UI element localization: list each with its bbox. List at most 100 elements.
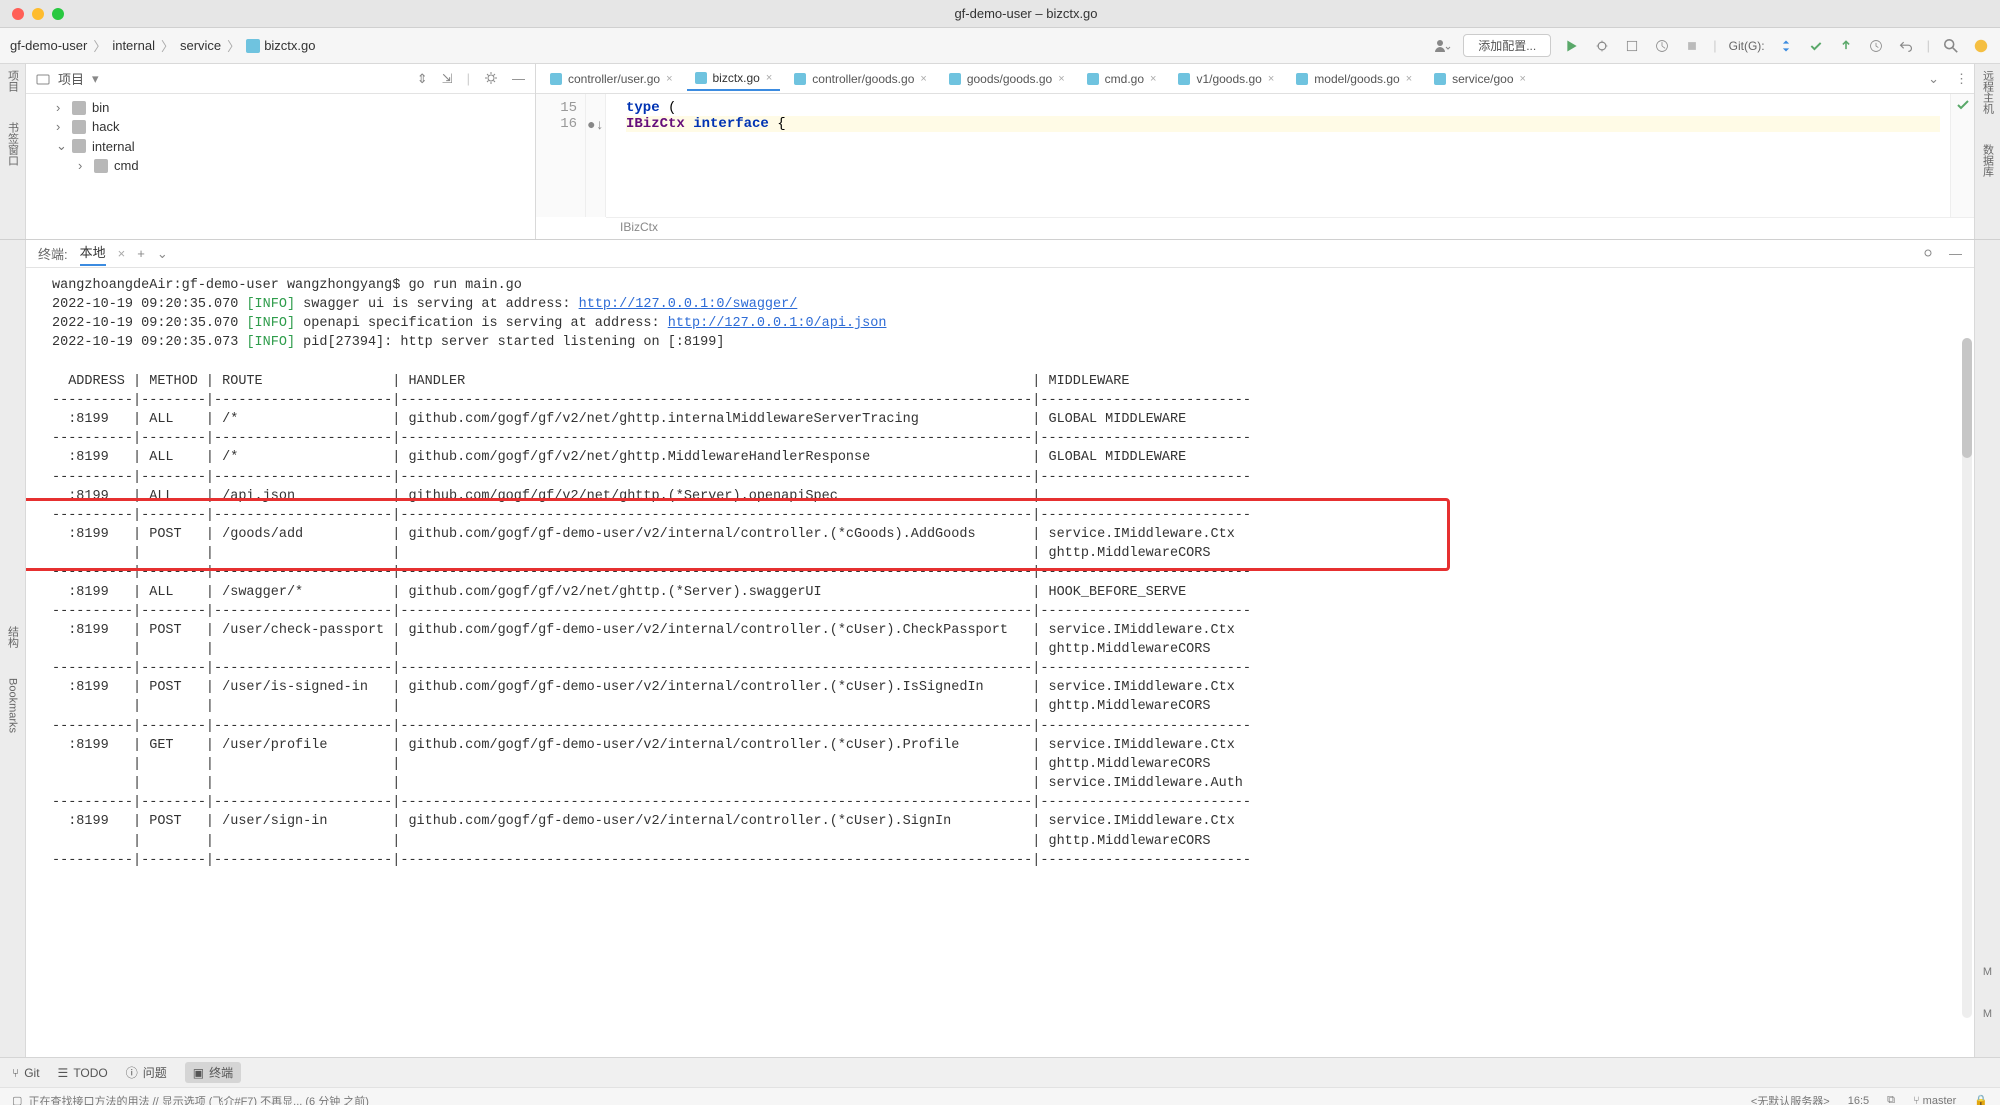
coverage-icon[interactable] bbox=[1623, 37, 1641, 55]
editor-tab[interactable]: v1/goods.go× bbox=[1170, 68, 1282, 90]
close-icon[interactable]: × bbox=[1268, 73, 1274, 85]
close-icon[interactable]: × bbox=[920, 73, 926, 85]
status-bar: ▢ 正在查找接口方法的用法 // 显示选项 (飞介#F7) 不再显... (6 … bbox=[0, 1087, 2000, 1105]
close-icon[interactable]: × bbox=[1520, 73, 1526, 85]
chevron-down-icon[interactable]: ▾ bbox=[92, 71, 99, 87]
terminal-tab[interactable]: 本地 bbox=[80, 242, 106, 266]
bottom-tool-bar: ⑂Git ☰TODO ⓘ问题 ▣终端 bbox=[0, 1057, 2000, 1087]
debug-icon[interactable] bbox=[1593, 37, 1611, 55]
scrollbar-track[interactable] bbox=[1962, 338, 1972, 1018]
close-icon[interactable]: × bbox=[1406, 73, 1412, 85]
gutter-project-tab[interactable]: 项目 bbox=[5, 70, 21, 92]
terminal-header: 终端: 本地 × + ⌄ — bbox=[26, 240, 1974, 268]
tree-item[interactable]: ›hack bbox=[34, 117, 527, 136]
tab-label: goods/goods.go bbox=[967, 72, 1052, 86]
tree-item[interactable]: ⌄internal bbox=[34, 136, 527, 156]
breadcrumb-segment[interactable]: service bbox=[180, 38, 221, 53]
editor-tab[interactable]: model/goods.go× bbox=[1288, 68, 1420, 90]
run-icon[interactable] bbox=[1563, 37, 1581, 55]
terminal-output[interactable]: wangzhoangdeAir:gf-demo-user wangzhongya… bbox=[26, 268, 1974, 1057]
close-icon[interactable]: × bbox=[766, 72, 772, 84]
breadcrumb-segment[interactable]: internal bbox=[112, 38, 155, 53]
status-encoding[interactable]: ⧉ bbox=[1887, 1094, 1895, 1105]
tree-caret-icon: › bbox=[56, 100, 66, 115]
search-icon[interactable] bbox=[1942, 37, 1960, 55]
close-icon[interactable]: × bbox=[1150, 73, 1156, 85]
tree-item-label: internal bbox=[92, 139, 135, 154]
close-icon[interactable]: × bbox=[118, 246, 126, 261]
bottombar-terminal[interactable]: ▣终端 bbox=[185, 1062, 241, 1083]
left-tool-gutter: 项目 书签窗口 bbox=[0, 64, 26, 239]
add-terminal-icon[interactable]: + bbox=[137, 246, 145, 261]
user-dropdown-icon[interactable] bbox=[1433, 37, 1451, 55]
maximize-window-icon[interactable] bbox=[52, 8, 64, 20]
breadcrumb-separator: 〉 bbox=[93, 36, 106, 55]
stop-icon[interactable] bbox=[1683, 37, 1701, 55]
problems-icon: ⓘ bbox=[126, 1064, 138, 1081]
editor-tab[interactable]: bizctx.go× bbox=[687, 67, 781, 91]
terminal-link[interactable]: http://127.0.0.1:0/api.json bbox=[668, 316, 887, 331]
tree-item-label: bin bbox=[92, 100, 109, 115]
scrollbar-thumb[interactable] bbox=[1962, 338, 1972, 458]
editor-tab[interactable]: controller/user.go× bbox=[542, 68, 681, 90]
gutter-structure-tab[interactable]: 结构 bbox=[5, 626, 21, 648]
project-tree[interactable]: › bin ›hack⌄internal›cmd bbox=[26, 94, 535, 179]
ide-settings-icon[interactable] bbox=[1972, 37, 1990, 55]
breadcrumb-segment[interactable]: gf-demo-user bbox=[10, 38, 87, 53]
tab-label: service/goo bbox=[1452, 72, 1513, 86]
tree-item[interactable]: ›cmd bbox=[34, 156, 527, 175]
code-line[interactable]: type ( bbox=[626, 100, 1940, 116]
gutter-bookmark-tab[interactable]: 书签窗口 bbox=[5, 122, 21, 166]
titlebar: gf-demo-user – bizctx.go bbox=[0, 0, 2000, 28]
git-push-icon[interactable] bbox=[1837, 37, 1855, 55]
gear-icon[interactable] bbox=[484, 71, 498, 87]
status-lock-icon[interactable]: 🔒 bbox=[1974, 1094, 1988, 1105]
breadcrumb-separator: 〉 bbox=[227, 36, 240, 55]
git-commit-icon[interactable] bbox=[1807, 37, 1825, 55]
code-area[interactable]: type ( IBizCtx interface { bbox=[606, 94, 1950, 217]
status-branch[interactable]: ⑂ master bbox=[1913, 1095, 1956, 1105]
bottombar-git[interactable]: ⑂Git bbox=[12, 1066, 40, 1080]
code-line[interactable]: IBizCtx interface { bbox=[626, 116, 1940, 132]
tabs-menu-icon[interactable]: ⋮ bbox=[1955, 71, 1968, 87]
editor-right-gutter bbox=[1950, 94, 1974, 217]
status-server[interactable]: <无默认服务器> bbox=[1751, 1093, 1830, 1105]
editor-tab[interactable]: service/goo × bbox=[1426, 68, 1534, 90]
terminal-link[interactable]: http://127.0.0.1:0/swagger/ bbox=[579, 297, 798, 312]
run-config-dropdown[interactable]: 添加配置... bbox=[1463, 34, 1551, 57]
editor-tab[interactable]: cmd.go × bbox=[1079, 68, 1165, 90]
editor-tab[interactable]: controller/goods.go× bbox=[786, 68, 935, 90]
terminal-dropdown-icon[interactable]: ⌄ bbox=[157, 246, 168, 262]
tabs-overflow-icon[interactable]: ⌄ bbox=[1928, 71, 1939, 87]
minimize-window-icon[interactable] bbox=[32, 8, 44, 20]
expand-all-icon[interactable]: ⇕ bbox=[417, 71, 428, 87]
bottombar-todo[interactable]: ☰TODO bbox=[58, 1066, 108, 1080]
tab-label: cmd.go bbox=[1105, 72, 1144, 86]
close-icon[interactable]: × bbox=[1058, 73, 1064, 85]
git-update-icon[interactable] bbox=[1777, 37, 1795, 55]
gutter-remote-tab[interactable]: 远程主机 bbox=[1980, 70, 1996, 114]
git-rollback-icon[interactable] bbox=[1897, 37, 1915, 55]
editor-tab[interactable]: goods/goods.go × bbox=[941, 68, 1073, 90]
bottombar-problems[interactable]: ⓘ问题 bbox=[126, 1064, 167, 1081]
gear-icon[interactable] bbox=[1921, 246, 1935, 261]
tree-item[interactable]: › bin bbox=[34, 98, 527, 117]
gutter-bookmarks-tab[interactable]: Bookmarks bbox=[7, 678, 19, 733]
git-history-icon[interactable] bbox=[1867, 37, 1885, 55]
gutter-database-tab[interactable]: 数据库 bbox=[1980, 144, 1996, 177]
editor-breadcrumb[interactable]: IBizCtx bbox=[606, 217, 1974, 239]
breadcrumb-file[interactable]: bizctx.go bbox=[264, 38, 315, 53]
collapse-all-icon[interactable]: ⇲ bbox=[442, 71, 453, 87]
inspection-ok-icon[interactable] bbox=[1956, 98, 1970, 112]
status-cursor-position[interactable]: 16:5 bbox=[1848, 1095, 1869, 1105]
gutter-icons: ●↓ bbox=[586, 94, 606, 217]
statusbar-ide-icon[interactable]: ▢ bbox=[12, 1094, 22, 1105]
breadcrumb-separator: 〉 bbox=[161, 36, 174, 55]
close-icon[interactable]: × bbox=[666, 73, 672, 85]
close-window-icon[interactable] bbox=[12, 8, 24, 20]
hide-icon[interactable]: — bbox=[1949, 246, 1962, 261]
left-tool-gutter-lower: 结构 Bookmarks bbox=[0, 240, 26, 1057]
profile-icon[interactable] bbox=[1653, 37, 1671, 55]
git-label: Git(G): bbox=[1729, 39, 1765, 53]
hide-icon[interactable]: — bbox=[512, 71, 525, 87]
